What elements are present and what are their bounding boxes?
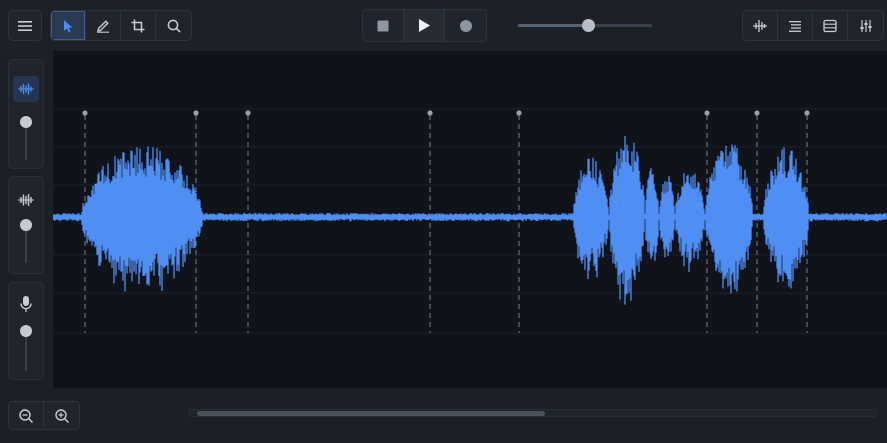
region-marker-handle[interactable] [245,110,251,116]
region-marker-handle[interactable] [82,110,88,116]
tracks-icon [823,19,837,32]
toolbar [0,0,887,50]
waveform-canvas[interactable] [53,51,887,388]
horizontal-scrollbar-thumb[interactable] [197,411,545,416]
region-marker-handle[interactable] [754,110,760,116]
crop-icon [131,19,145,32]
list-view-button[interactable] [778,11,813,40]
tool-group [50,10,192,41]
position-slider-fill [518,24,588,27]
tracks-view-button[interactable] [813,11,848,40]
menu-button[interactable] [8,10,42,41]
position-slider[interactable] [518,19,652,32]
waveform-path [53,136,887,305]
waveform-channel-button[interactable] [13,76,39,102]
region-marker-handle[interactable] [427,110,433,116]
stop-button[interactable] [363,10,404,41]
zoom-in-icon [54,408,69,423]
microphone-channel-button[interactable] [13,291,39,317]
waveform-split-icon [753,19,767,32]
waveform-signal [53,136,887,305]
zoom-out-icon [19,408,34,423]
waveform-view-button[interactable] [743,11,778,40]
zoom-out-button[interactable] [9,402,44,429]
waveform-svg [53,108,887,334]
hamburger-menu-icon [18,20,32,31]
cursor-arrow-icon [64,19,73,32]
zoom-controls [8,401,80,430]
spectrum-channel-button[interactable] [13,187,39,213]
region-marker-handle[interactable] [804,110,810,116]
search-icon [167,19,181,33]
region-marker-handle[interactable] [704,110,710,116]
waveform-channel-level-thumb[interactable] [20,116,32,128]
spectrum-channel-strip [8,176,44,274]
zoom-in-button[interactable] [44,402,79,429]
view-group [742,10,884,41]
waveform-channel-strip [8,59,44,169]
spectrum-channel-level-thumb[interactable] [20,219,32,231]
spectrum-bars-icon [18,194,34,206]
mixer-sliders-icon [859,19,872,32]
pencil-icon [97,19,109,33]
mixer-button[interactable] [848,11,883,40]
audio-editor-app [0,0,887,443]
region-marker-handle[interactable] [193,110,199,116]
position-slider-thumb[interactable] [581,19,595,32]
microphone-channel-level-thumb[interactable] [20,325,32,337]
transport-controls [362,9,487,42]
microphone-channel-strip [8,282,44,380]
crop-tool-button[interactable] [121,11,156,40]
waveform-icon [18,83,34,95]
horizontal-scrollbar[interactable] [188,409,878,417]
bottom-bar [0,388,887,443]
record-button[interactable] [445,10,486,41]
region-marker-handle[interactable] [516,110,522,116]
microphone-icon [20,296,32,312]
search-tool-button[interactable] [156,11,191,40]
pencil-tool-button[interactable] [86,11,121,40]
play-icon [419,19,430,32]
stop-icon [377,20,389,31]
list-icon [789,20,801,32]
play-button[interactable] [404,10,445,41]
record-icon [459,19,472,32]
pointer-tool-button[interactable] [51,11,86,40]
